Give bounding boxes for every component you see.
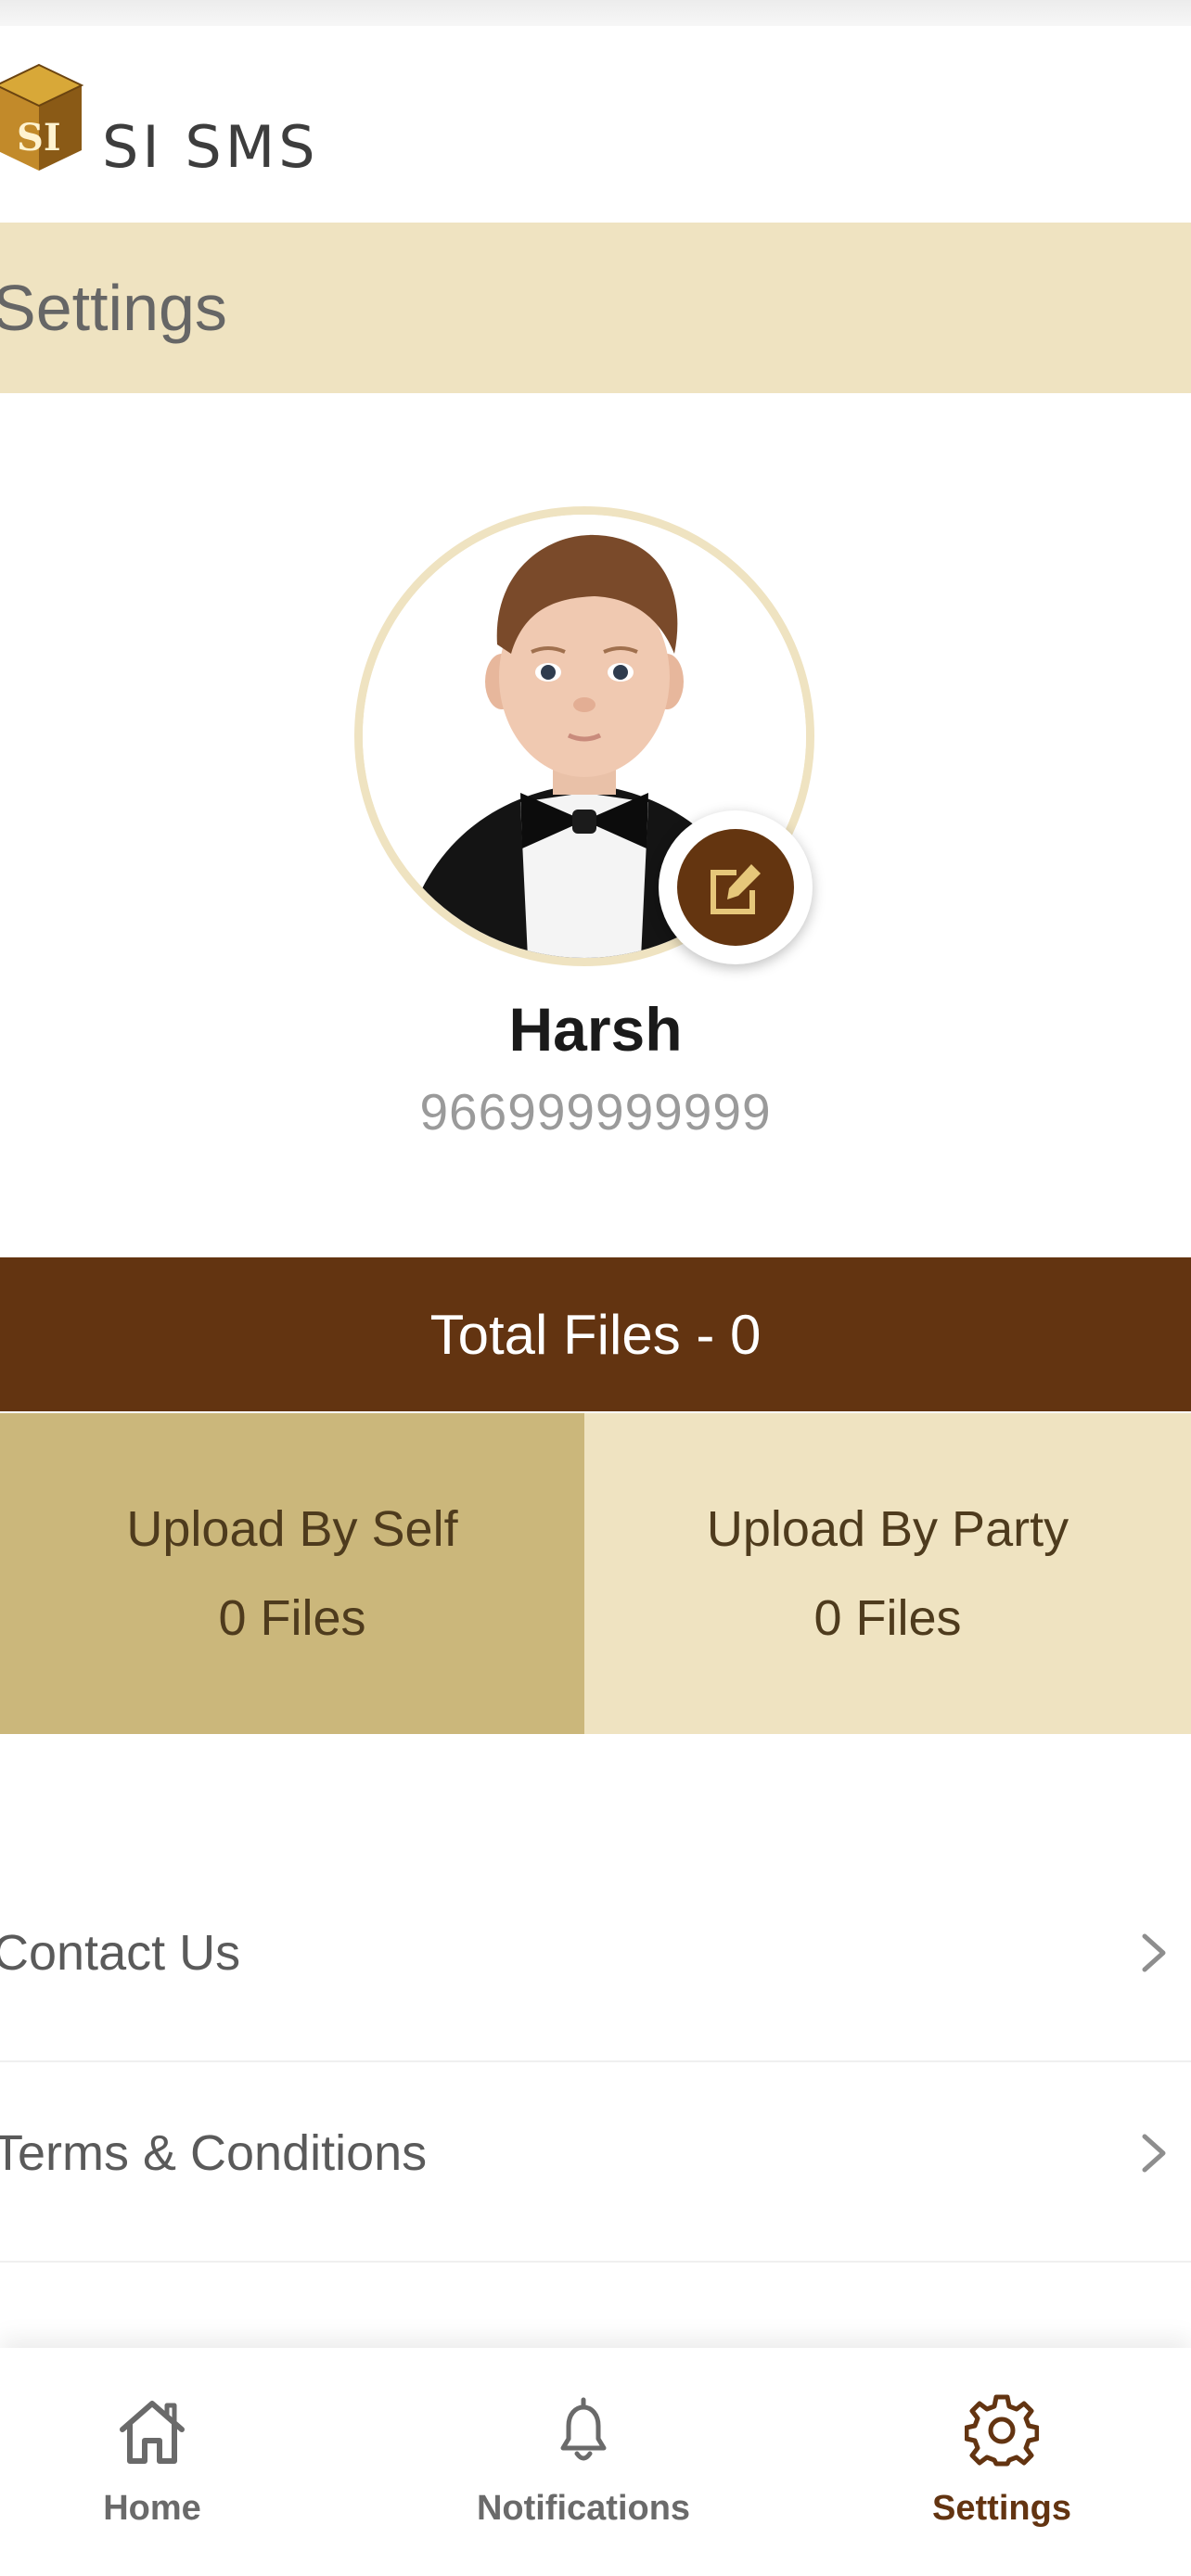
si-cube-logo-icon: SI <box>0 63 84 171</box>
brand-name: SI SMS <box>102 113 319 181</box>
tab-settings[interactable]: Settings <box>803 2348 1191 2576</box>
app-header: SI SI SMS <box>0 26 1191 223</box>
upload-by-party-label: Upload By Party <box>706 1501 1069 1557</box>
chevron-right-icon <box>1142 1933 1166 1972</box>
tab-home-label: Home <box>103 2489 201 2528</box>
upload-by-party-count: 0 Files <box>813 1590 962 1646</box>
tab-home[interactable]: Home <box>0 2348 351 2576</box>
upload-by-self-card[interactable]: Upload By Self 0 Files <box>0 1413 584 1734</box>
tab-notifications[interactable]: Notifications <box>385 2348 782 2576</box>
bell-icon <box>560 2397 607 2461</box>
menu-item-label: Contact Us <box>0 1925 241 1981</box>
bottom-tab-bar: Home Notifications Settings <box>0 2348 1191 2576</box>
edit-profile-button[interactable] <box>659 810 813 964</box>
menu-item-terms-conditions[interactable]: Terms & Conditions <box>0 2055 1191 2263</box>
status-bar-strip <box>0 0 1191 26</box>
user-name: Harsh <box>508 995 683 1064</box>
upload-by-self-count: 0 Files <box>218 1590 366 1646</box>
upload-by-party-card[interactable]: Upload By Party 0 Files <box>584 1413 1191 1734</box>
edit-icon <box>711 864 761 914</box>
home-icon <box>120 2401 185 2464</box>
upload-by-self-label: Upload By Self <box>126 1501 458 1557</box>
chevron-right-icon <box>1142 2134 1166 2173</box>
menu-item-contact-us[interactable]: Contact Us <box>0 1855 1191 2062</box>
total-files-text: Total Files - 0 <box>429 1303 762 1366</box>
tab-settings-label: Settings <box>932 2489 1071 2528</box>
page-title-band: Settings <box>0 223 1191 393</box>
logo-text: SI <box>17 116 61 159</box>
user-phone: 966999999999 <box>419 1083 772 1141</box>
tab-notifications-label: Notifications <box>476 2489 691 2528</box>
menu-item-label: Terms & Conditions <box>0 2125 428 2181</box>
total-files-bar: Total Files - 0 <box>0 1257 1191 1411</box>
page-title: Settings <box>0 272 227 344</box>
gear-icon <box>965 2394 1039 2467</box>
